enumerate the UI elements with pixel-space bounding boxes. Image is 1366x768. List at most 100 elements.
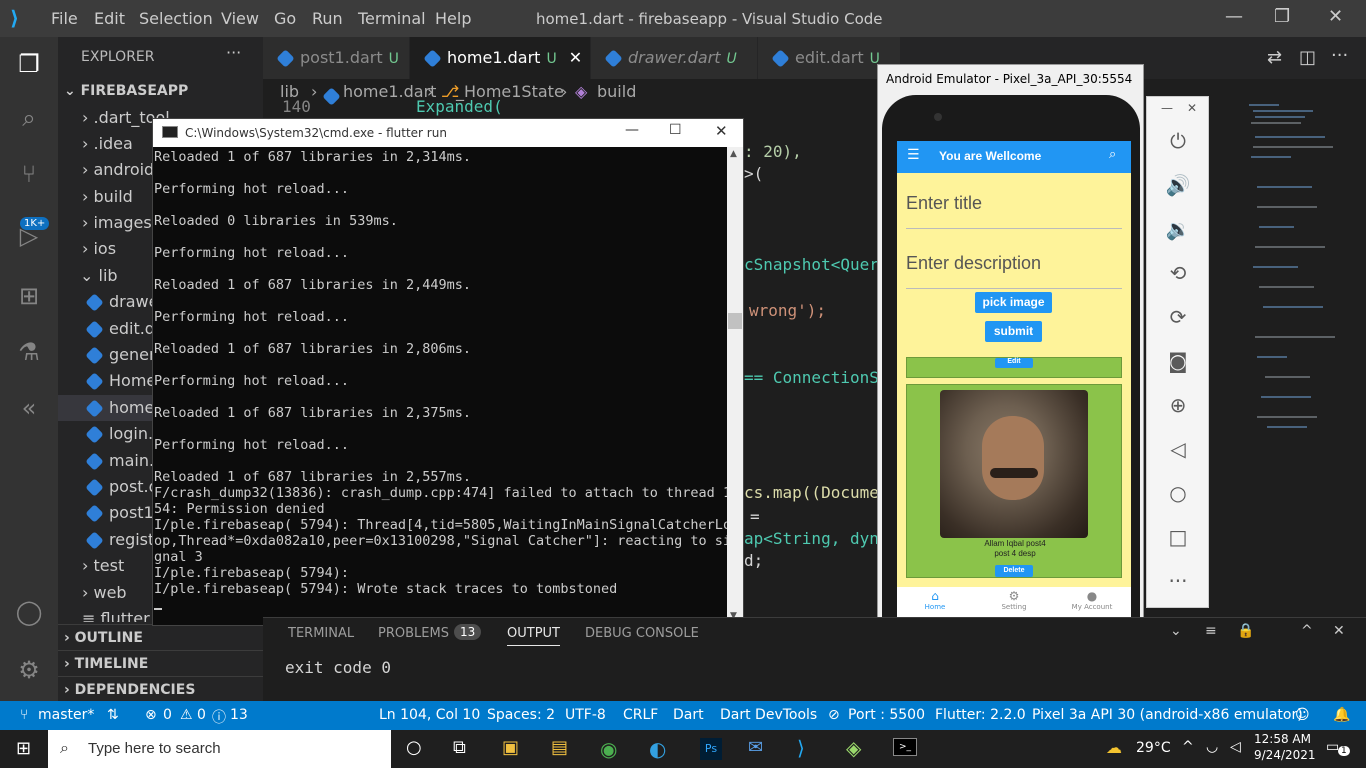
description-field[interactable]: Enter description [906,253,1122,289]
edit-button[interactable]: Edit [995,358,1033,368]
menu-terminal[interactable]: Terminal [358,9,426,28]
dropdown-chevron-icon[interactable]: ⌄ [1170,623,1182,639]
panel-tab-debug-console[interactable]: DEBUG CONSOLE [585,626,699,641]
vscode-taskbar-icon[interactable]: ⟩ [797,736,805,760]
panel-tab-output[interactable]: OUTPUT [507,626,560,646]
outline-section[interactable]: › OUTLINE [58,624,263,650]
close-panel-icon[interactable]: ✕ [1333,623,1345,639]
mail-icon[interactable]: ✉ [748,737,763,758]
task-view-icon[interactable]: ⧉ [453,737,466,758]
menu-selection[interactable]: Selection [139,9,213,28]
lock-icon[interactable]: 🔒 [1237,623,1254,639]
more-actions-icon[interactable]: ··· [226,43,241,62]
edge-icon[interactable]: ◐ [649,737,666,761]
clock-date[interactable]: 9/24/2021 [1254,748,1316,762]
maximize-panel-icon[interactable]: ^ [1301,623,1313,639]
account-icon[interactable]: ◯ [14,597,44,627]
volume-down-icon[interactable]: 🔉 [1165,217,1191,243]
project-root[interactable]: ⌄ FIREBASEAPP [58,78,263,104]
search-icon[interactable]: ⌕ [14,103,44,133]
encoding[interactable]: UTF-8 [565,707,606,723]
power-icon[interactable]: ⏻ [1165,129,1191,155]
hamburger-icon[interactable]: ☰ [907,147,920,163]
line-endings[interactable]: CRLF [623,707,658,723]
rotate-right-icon[interactable]: ⟳ [1165,305,1191,331]
menu-run[interactable]: Run [312,9,343,28]
timeline-section[interactable]: › TIMELINE [58,650,263,676]
sync-icon[interactable]: ⇅ [107,707,119,723]
minimap[interactable] [1247,96,1347,456]
info-count[interactable]: 13 [230,707,248,723]
branch-icon[interactable]: ⑂ [20,707,28,723]
cmd-close-icon[interactable]: ✕ [715,122,728,140]
panel-tab-terminal[interactable]: TERMINAL [288,626,354,641]
delete-button[interactable]: Delete [995,565,1033,577]
store-icon[interactable]: ▣ [502,737,519,758]
more-icon[interactable]: ··· [1331,45,1348,66]
photoshop-icon[interactable]: Ps [700,738,722,760]
tab-post1[interactable]: post1.dart U [263,37,409,79]
file-explorer-icon[interactable]: ▤ [551,737,568,758]
nav-account[interactable]: ● My Account [1062,589,1122,611]
rotate-left-icon[interactable]: ⟲ [1165,261,1191,287]
chrome-icon[interactable]: ◉ [600,737,617,761]
run-debug-icon[interactable]: ▷ [14,221,44,251]
menu-view[interactable]: View [221,9,259,28]
action-center-icon[interactable]: ▭ [1326,739,1339,755]
menu-go[interactable]: Go [274,9,296,28]
panel-tab-problems[interactable]: PROBLEMS [378,626,449,641]
nav-home[interactable]: ⌂ Home [905,589,965,611]
source-control-icon[interactable]: ⑂ [14,159,44,189]
indentation[interactable]: Spaces: 2 [487,707,555,723]
cmd-maximize-icon[interactable]: ☐ [669,122,682,138]
notifications-bell-icon[interactable]: 🔔 [1333,707,1350,723]
menu-edit[interactable]: Edit [94,9,125,28]
warning-count[interactable]: 0 [197,707,206,723]
cmd-taskbar-icon[interactable]: >_ [893,738,917,756]
close-icon[interactable]: ✕ [1328,6,1343,27]
device-selector[interactable]: Pixel 3a API 30 (android-x86 emulator) [1032,707,1303,723]
home-button-icon[interactable]: ○ [1165,481,1191,507]
zoom-icon[interactable]: ⊕ [1165,393,1191,419]
tab-home1[interactable]: home1.dart U ✕ [410,37,590,79]
nav-setting[interactable]: ⚙ Setting [984,589,1044,611]
clock-time[interactable]: 12:58 AM [1254,732,1311,746]
git-branch[interactable]: master* [38,707,94,723]
settings-gear-icon[interactable]: ⚙ [14,655,44,685]
volume-icon[interactable]: ◁ [1230,739,1241,755]
flutter-version[interactable]: Flutter: 2.2.0 [935,707,1026,723]
more-options-icon[interactable]: ··· [1165,569,1191,595]
explorer-icon[interactable]: ❐ [14,49,44,79]
extensions-icon[interactable]: ⊞ [14,281,44,311]
live-server-port[interactable]: Port : 5500 [848,707,925,723]
flutter-icon[interactable]: « [14,393,44,423]
cursor-position[interactable]: Ln 104, Col 10 [379,707,480,723]
dart-devtools[interactable]: Dart DevTools [720,707,817,723]
cmd-scrollbar[interactable]: ▲ ▼ [727,147,743,625]
back-icon[interactable]: ◁ [1165,437,1191,463]
overview-icon[interactable]: □ [1165,525,1191,551]
camera-icon[interactable]: ◙ [1165,349,1191,375]
pick-image-button[interactable]: pick image [975,292,1052,313]
taskbar-search-box[interactable]: ⌕ Type here to search [48,730,391,768]
app-search-icon[interactable]: ⌕ [1109,147,1116,162]
crumb-method[interactable]: build [597,82,636,101]
cmd-titlebar[interactable]: C:\Windows\System32\cmd.exe - flutter ru… [153,119,743,147]
temperature[interactable]: 29°C [1136,740,1171,756]
cmd-scroll-thumb[interactable] [728,313,742,329]
cmd-minimize-icon[interactable]: — [625,122,639,138]
menu-file[interactable]: File [51,9,78,28]
volume-up-icon[interactable]: 🔊 [1165,173,1191,199]
compare-icon[interactable]: ⇄ [1267,47,1282,68]
minimize-icon[interactable]: — [1225,6,1243,27]
language-mode[interactable]: Dart [673,707,704,723]
clear-output-icon[interactable]: ≡ [1205,623,1217,639]
submit-button[interactable]: submit [985,321,1042,342]
restore-icon[interactable]: ❐ [1274,6,1290,27]
toolbar-close-icon[interactable]: ✕ [1187,101,1197,115]
title-field[interactable]: Enter title [906,193,1122,229]
cortana-icon[interactable]: ○ [406,737,422,758]
testing-icon[interactable]: ⚗ [14,337,44,367]
tray-chevron-icon[interactable]: ^ [1182,739,1194,755]
toolbar-minimize-icon[interactable]: — [1161,101,1173,115]
